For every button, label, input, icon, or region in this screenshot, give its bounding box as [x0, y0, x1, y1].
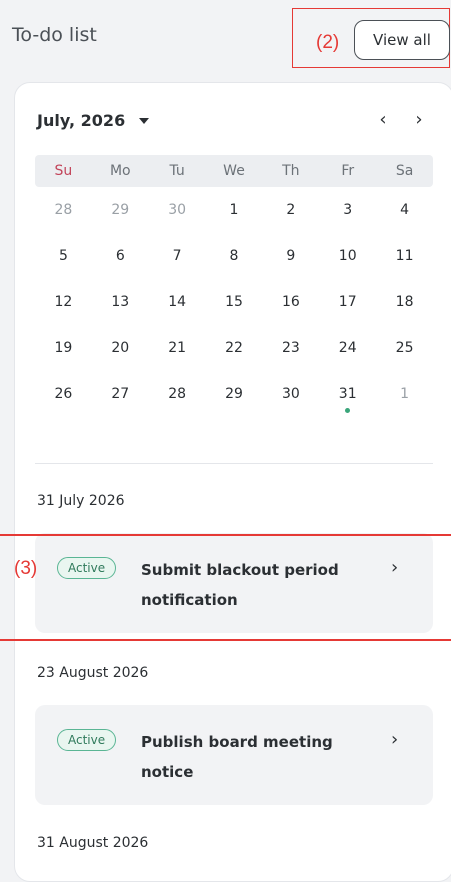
calendar-day[interactable]: 5: [35, 233, 92, 279]
calendar-day[interactable]: 14: [149, 279, 206, 325]
task-date-heading: 23 August 2026: [37, 665, 149, 681]
calendar-day[interactable]: 31: [319, 371, 376, 417]
todo-title: To-do list: [12, 24, 97, 46]
weekday-mo: Mo: [109, 163, 131, 179]
view-all-button[interactable]: View all: [354, 20, 450, 60]
task-card[interactable]: Active Publish board meeting notice ›: [35, 705, 433, 805]
month-label: July, 2026: [37, 111, 126, 130]
calendar-day[interactable]: 17: [319, 279, 376, 325]
status-badge: Active: [57, 557, 117, 579]
event-dot-icon: [345, 408, 351, 413]
calendar-day[interactable]: 1: [376, 371, 433, 417]
task-title: Publish board meeting notice: [141, 733, 333, 781]
calendar-day[interactable]: 28: [35, 187, 92, 233]
calendar-day[interactable]: 15: [206, 279, 263, 325]
annotation-label-2: (2): [316, 32, 340, 53]
calendar-day[interactable]: 22: [206, 325, 263, 371]
calendar-day[interactable]: 4: [376, 187, 433, 233]
calendar-day[interactable]: 25: [376, 325, 433, 371]
annotation-line-3-bottom: [0, 639, 451, 641]
calendar-day[interactable]: 10: [319, 233, 376, 279]
weekday-header: Su Mo Tu We Th Fr Sa: [35, 155, 433, 187]
next-month-icon[interactable]: ›: [407, 107, 431, 131]
weekday-sa: Sa: [395, 163, 414, 179]
calendar-day[interactable]: 3: [319, 187, 376, 233]
calendar-day[interactable]: 16: [262, 279, 319, 325]
weekday-tu: Tu: [169, 163, 185, 179]
calendar-day[interactable]: 30: [149, 187, 206, 233]
calendar-day[interactable]: 28: [149, 371, 206, 417]
calendar-day[interactable]: 20: [92, 325, 149, 371]
prev-month-icon[interactable]: ‹: [371, 107, 395, 131]
calendar-day[interactable]: 9: [262, 233, 319, 279]
calendar-day[interactable]: 1: [206, 187, 263, 233]
calendar-day[interactable]: 26: [35, 371, 92, 417]
weekday-fr: Fr: [341, 163, 355, 179]
calendar-day[interactable]: 6: [92, 233, 149, 279]
calendar-day[interactable]: 27: [92, 371, 149, 417]
calendar-grid: 28 29 30 1 2 3 4 5 6 7 8 9 10 11 12 13 14 15 16 17 18 19 20 21 2…: [35, 187, 433, 417]
calendar-day[interactable]: 30: [262, 371, 319, 417]
annotation-label-3: (3): [14, 558, 38, 579]
weekday-th: Th: [282, 163, 300, 179]
calendar-day[interactable]: 18: [376, 279, 433, 325]
task-title: Submit blackout period notification: [141, 561, 339, 609]
calendar-day[interactable]: 19: [35, 325, 92, 371]
task-date-heading: 31 August 2026: [37, 835, 149, 851]
calendar-day[interactable]: 7: [149, 233, 206, 279]
calendar-day[interactable]: 13: [92, 279, 149, 325]
annotation-line-3-top: [0, 534, 451, 536]
calendar-day[interactable]: 2: [262, 187, 319, 233]
calendar-day[interactable]: 21: [149, 325, 206, 371]
calendar-day[interactable]: 29: [206, 371, 263, 417]
calendar-day[interactable]: 24: [319, 325, 376, 371]
chevron-right-icon: ›: [391, 557, 399, 578]
chevron-right-icon: ›: [391, 729, 399, 750]
calendar-day[interactable]: 23: [262, 325, 319, 371]
task-card[interactable]: Active Submit blackout period notificati…: [35, 533, 433, 633]
caret-down-icon: [139, 117, 150, 124]
task-date-heading: 31 July 2026: [37, 493, 125, 509]
calendar-day[interactable]: 11: [376, 233, 433, 279]
weekday-we: We: [223, 163, 245, 179]
calendar-day[interactable]: 12: [35, 279, 92, 325]
calendar-day[interactable]: 29: [92, 187, 149, 233]
status-badge: Active: [57, 729, 117, 751]
divider: [35, 463, 433, 464]
weekday-su: Su: [54, 163, 73, 179]
todo-card: July, 2026 ‹ › Su Mo Tu We Th Fr Sa 28 29…: [14, 82, 451, 882]
calendar-day[interactable]: 8: [206, 233, 263, 279]
month-selector[interactable]: July, 2026: [37, 111, 150, 130]
